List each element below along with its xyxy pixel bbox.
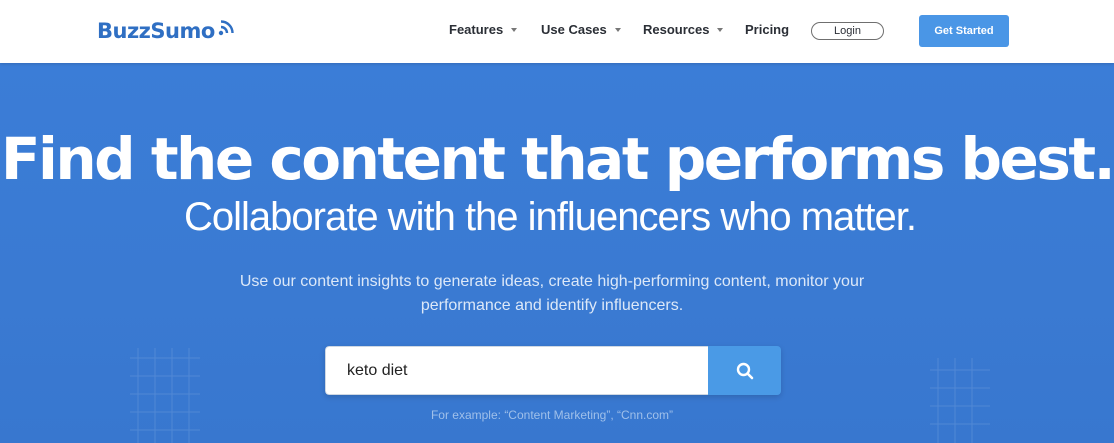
hero-description-line: Use our content insights to generate ide… — [239, 273, 865, 290]
search-bar — [325, 346, 781, 395]
login-button[interactable]: Login — [811, 22, 884, 40]
chevron-down-icon — [614, 27, 621, 32]
chevron-down-icon — [511, 27, 518, 32]
nav-item-resources[interactable]: Resources — [643, 22, 724, 37]
hero-description: Use our content insights to generate ide… — [0, 270, 1104, 318]
get-started-button[interactable]: Get Started — [919, 15, 1009, 47]
grid-pattern-left-icon — [130, 348, 200, 443]
top-navigation-bar: BuzzSumo Features Use Cases Resources Pr… — [0, 0, 1114, 63]
hero-section: Find the content that performs best. Col… — [0, 63, 1114, 443]
buzzsumo-logo[interactable]: BuzzSumo — [97, 17, 236, 45]
nav-item-label: Use Cases — [541, 22, 607, 37]
nav-item-pricing[interactable]: Pricing — [745, 22, 789, 37]
nav-item-use-cases[interactable]: Use Cases — [541, 22, 621, 37]
nav-item-label: Pricing — [745, 22, 790, 37]
nav-item-features[interactable]: Features — [449, 22, 518, 37]
search-example-hint: For example: “Content Marketing”, “Cnn.c… — [430, 408, 674, 422]
search-icon — [736, 362, 753, 379]
logo-text: BuzzSumo — [97, 19, 215, 43]
hero-subheadline: Collaborate with the influencers who mat… — [184, 195, 917, 239]
chevron-down-icon — [717, 27, 724, 32]
broadcast-signal-icon — [218, 20, 234, 36]
nav-item-label: Features — [449, 22, 504, 37]
nav-item-label: Resources — [643, 22, 710, 37]
hero-description-line: performance and identify influencers. — [420, 297, 684, 314]
search-input[interactable] — [325, 346, 708, 395]
search-button[interactable] — [708, 346, 781, 395]
grid-pattern-right-icon — [930, 358, 990, 443]
hero-headline: Find the content that performs best. — [0, 125, 1114, 193]
